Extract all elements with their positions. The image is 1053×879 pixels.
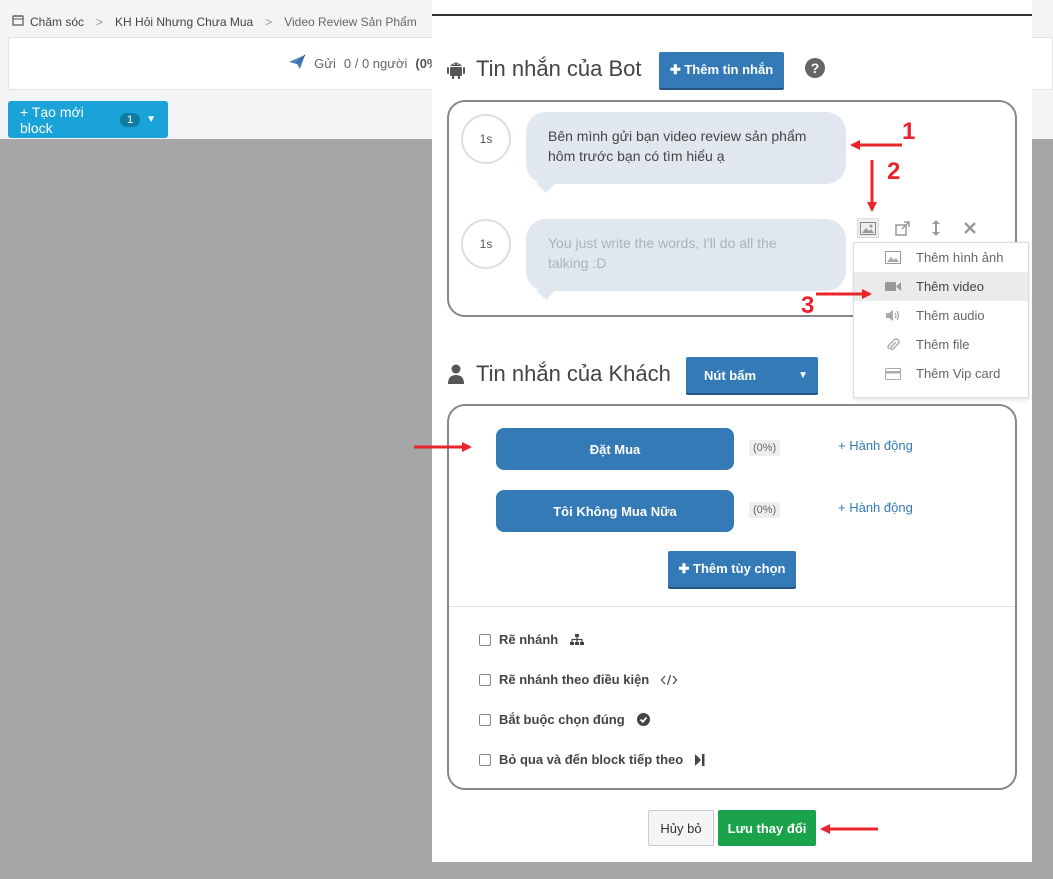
placeholder-text-line: talking :D <box>548 255 607 271</box>
menu-item-add-audio[interactable]: Thêm audio <box>854 301 1028 330</box>
annotation-label-1: 1 <box>902 118 916 145</box>
media-dropdown-menu: Thêm hình ảnh Thêm video Thêm audio Thêm… <box>853 242 1029 398</box>
move-vertical-icon[interactable] <box>925 218 947 238</box>
breadcrumb: Chăm sóc > KH Hỏi Nhưng Chưa Mua > Video… <box>12 14 417 29</box>
conditional-branch-checkbox[interactable] <box>479 673 491 686</box>
required-choice-checkbox[interactable] <box>479 713 491 726</box>
choice-percent: (0%) <box>749 440 781 456</box>
menu-item-add-file[interactable]: Thêm file <box>854 330 1028 359</box>
breadcrumb-separator: > <box>265 14 273 29</box>
menu-item-label: Thêm audio <box>916 308 985 323</box>
send-icon <box>288 54 306 73</box>
choice-percent: (0%) <box>749 502 781 518</box>
breadcrumb-item: Video Review Sản Phẩm <box>284 14 417 29</box>
bot-message-input[interactable]: You just write the words, I'll do all th… <box>526 219 846 300</box>
annotation-label-3: 3 <box>801 292 815 319</box>
choice-button-decline[interactable]: Tôi Không Mua Nữa <box>496 490 734 532</box>
guest-section-title: Tin nhắn của Khách <box>446 361 671 387</box>
skip-forward-icon <box>695 753 705 766</box>
placeholder-text-line: You just write the words, I'll do all th… <box>548 235 777 251</box>
branch-checkbox[interactable] <box>479 633 491 646</box>
response-type-select[interactable]: Nút bấm ▼ <box>686 357 818 393</box>
paperclip-icon <box>884 337 902 352</box>
block-editor-modal: Tin nhắn của Bot ✚ Thêm tin nhắn ? 1s Bê… <box>432 0 1032 862</box>
add-action-link[interactable]: + Hành động <box>838 500 913 515</box>
sitemap-icon <box>570 633 585 646</box>
save-changes-button[interactable]: Lưu thay đổi <box>718 810 816 846</box>
image-icon <box>884 251 902 264</box>
caret-down-icon: ▼ <box>798 369 808 381</box>
bot-title-text: Tin nhắn của Bot <box>476 56 642 81</box>
breadcrumb-item[interactable]: KH Hỏi Nhưng Chưa Mua <box>115 15 253 29</box>
send-label: Gửi <box>314 56 336 71</box>
menu-item-label: Thêm video <box>916 279 984 294</box>
skip-next-checkbox[interactable] <box>479 753 491 766</box>
breadcrumb-separator: > <box>96 14 104 29</box>
message-text-line: Bên mình gửi bạn video review sản phẩm <box>548 128 807 144</box>
response-type-value: Nút bấm <box>704 367 756 383</box>
guest-title-text: Tin nhắn của Khách <box>476 361 671 386</box>
add-action-link[interactable]: + Hành động <box>838 438 913 453</box>
option-label: Rẽ nhánh <box>499 632 559 647</box>
message-text-line: hôm trước bạn có tìm hiểu ạ <box>548 148 725 164</box>
code-icon <box>661 674 678 686</box>
image-icon[interactable] <box>857 218 879 238</box>
option-conditional-branch[interactable]: Rẽ nhánh theo điều kiện <box>479 672 678 687</box>
modal-top-border <box>432 14 1032 16</box>
external-link-icon[interactable] <box>891 218 913 238</box>
check-circle-icon <box>636 713 650 726</box>
android-icon <box>446 58 466 80</box>
close-icon[interactable] <box>959 218 981 238</box>
card-icon <box>884 367 902 380</box>
menu-item-label: Thêm Vip card <box>916 366 1001 381</box>
caret-down-icon: ▼ <box>146 114 156 125</box>
add-option-button[interactable]: ✚ Thêm tùy chọn <box>668 551 796 587</box>
option-skip-next-block[interactable]: Bỏ qua và đến block tiếp theo <box>479 752 705 767</box>
audio-icon <box>884 309 902 322</box>
user-icon <box>446 363 466 385</box>
menu-item-label: Thêm hình ảnh <box>916 250 1004 265</box>
message-toolbar <box>857 218 981 238</box>
bot-section-title: Tin nhắn của Bot <box>446 56 642 82</box>
menu-item-add-vip-card[interactable]: Thêm Vip card <box>854 359 1028 388</box>
option-branch[interactable]: Rẽ nhánh <box>479 632 585 647</box>
calendar-icon <box>12 14 24 29</box>
annotation-label-2: 2 <box>887 158 901 185</box>
menu-item-label: Thêm file <box>916 337 970 352</box>
delay-badge[interactable]: 1s <box>461 114 511 164</box>
choice-button-buy[interactable]: Đặt Mua <box>496 428 734 470</box>
guest-choices-panel: Đặt Mua (0%) + Hành động Tôi Không Mua N… <box>447 404 1017 790</box>
menu-item-add-image[interactable]: Thêm hình ảnh <box>854 243 1028 272</box>
block-count-badge: 1 <box>119 112 141 127</box>
breadcrumb-item[interactable]: Chăm sóc <box>30 15 84 29</box>
create-block-label: + Tạo mới block <box>20 103 84 136</box>
create-block-button[interactable]: + Tạo mới block 1 ▼ <box>8 101 168 138</box>
option-label: Rẽ nhánh theo điều kiện <box>499 672 650 687</box>
cancel-button[interactable]: Hủy bỏ <box>648 810 714 846</box>
bot-message-bubble[interactable]: Bên mình gửi bạn video review sản phẩm h… <box>526 112 846 193</box>
video-icon <box>884 281 902 292</box>
add-message-button[interactable]: ✚ Thêm tin nhắn <box>659 52 784 88</box>
option-label: Bỏ qua và đến block tiếp theo <box>499 752 684 767</box>
delay-badge[interactable]: 1s <box>461 219 511 269</box>
section-divider <box>449 606 1015 607</box>
option-label: Bắt buộc chọn đúng <box>499 712 625 727</box>
send-value: 0 / 0 người <box>343 56 408 71</box>
option-required-choice[interactable]: Bắt buộc chọn đúng <box>479 712 650 727</box>
help-icon[interactable]: ? <box>805 58 825 78</box>
menu-item-add-video[interactable]: Thêm video <box>854 272 1028 301</box>
